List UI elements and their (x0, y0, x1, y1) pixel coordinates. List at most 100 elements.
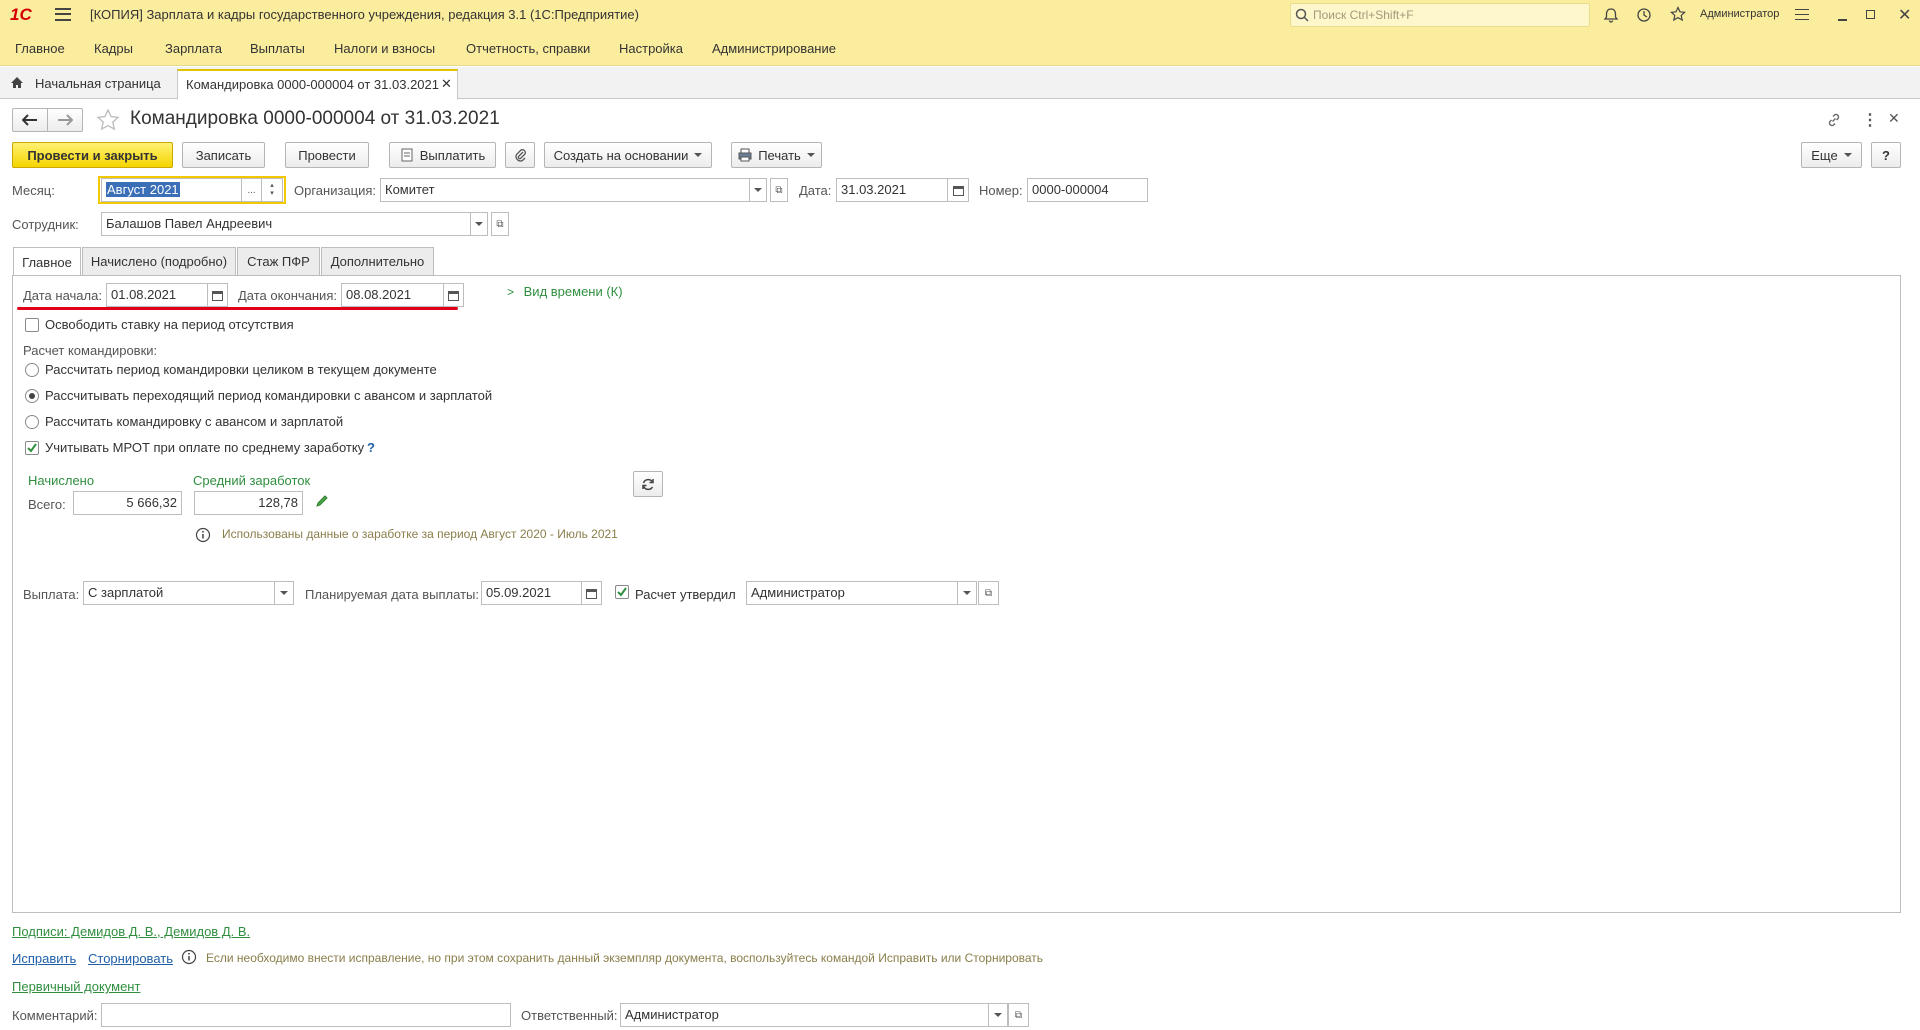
mrot-help-icon[interactable]: ? (367, 440, 375, 455)
print-button-label: Печать (758, 147, 801, 163)
month-select-button[interactable]: ... (241, 178, 262, 202)
app-logo[interactable]: 1С (10, 5, 32, 25)
payout-dropdown-button[interactable] (274, 581, 294, 605)
restore-icon[interactable] (1866, 10, 1875, 19)
chevron-down-icon (280, 591, 288, 595)
post-button[interactable]: Провести (285, 142, 369, 168)
tab-accrued-detail[interactable]: Начислено (подробно) (82, 247, 236, 275)
menu-main[interactable]: Главное (15, 41, 65, 56)
tab-home-page[interactable]: Начальная страница (35, 76, 161, 91)
menu-settings[interactable]: Настройка (619, 41, 683, 56)
avg-earnings-value[interactable]: 128,78 (194, 491, 303, 515)
bell-icon[interactable] (1603, 7, 1619, 23)
menu-taxes[interactable]: Налоги и взносы (334, 41, 435, 56)
tab-close-icon[interactable]: ✕ (441, 76, 452, 92)
time-type-label: Вид времени (К) (523, 284, 623, 299)
signatures-link[interactable]: Подписи: Демидов Д. В., Демидов Д. В. (12, 924, 250, 939)
approved-checkbox[interactable] (615, 585, 629, 599)
radio-calc-transitional[interactable] (25, 389, 39, 403)
total-value[interactable]: 5 666,32 (73, 491, 182, 515)
post-and-close-button[interactable]: Провести и закрыть (12, 142, 173, 168)
hamburger-menu-icon[interactable] (55, 8, 71, 21)
month-input[interactable]: Август 2021 (101, 178, 242, 202)
tab-open-document[interactable]: Командировка 0000-000004 от 31.03.2021 ✕ (177, 69, 458, 100)
star-icon[interactable] (1670, 6, 1686, 22)
radio-calc-with-advance[interactable] (25, 415, 39, 429)
create-based-on-button[interactable]: Создать на основании (544, 142, 712, 168)
employee-open-button[interactable]: ⧉ (491, 212, 509, 236)
comment-input[interactable] (101, 1003, 511, 1027)
approved-input[interactable]: Администратор (746, 581, 958, 605)
fix-info-text: Если необходимо внести исправление, но п… (206, 951, 1044, 965)
tab-additional[interactable]: Дополнительно (321, 247, 434, 275)
responsible-open-button[interactable]: ⧉ (1008, 1003, 1029, 1027)
number-input[interactable]: 0000-000004 (1027, 178, 1148, 202)
favorite-star-icon[interactable] (96, 108, 120, 132)
menu-reports[interactable]: Отчетность, справки (466, 41, 590, 56)
reverse-link[interactable]: Сторнировать (88, 951, 173, 966)
menu-salary[interactable]: Зарплата (165, 41, 222, 56)
pencil-icon[interactable] (315, 494, 329, 508)
planned-date-input[interactable]: 05.09.2021 (481, 581, 582, 605)
month-input-value: Август 2021 (106, 182, 180, 197)
calendar-icon (448, 290, 459, 301)
employee-input[interactable]: Балашов Павел Андреевич (101, 212, 471, 236)
end-date-input[interactable]: 08.08.2021 (341, 283, 444, 307)
payout-label: Выплата: (23, 587, 80, 602)
info-icon (195, 527, 211, 543)
close-form-icon[interactable]: ✕ (1888, 110, 1900, 127)
home-icon (11, 77, 23, 88)
start-date-input[interactable]: 01.08.2021 (106, 283, 208, 307)
save-button[interactable]: Записать (182, 142, 265, 168)
end-date-calendar-button[interactable] (443, 283, 464, 307)
more-actions-icon[interactable]: ⋮ (1862, 110, 1878, 130)
window-title: [КОПИЯ] Зарплата и кадры государственног… (90, 7, 639, 22)
refresh-button[interactable] (633, 471, 663, 497)
radio-calc-whole[interactable] (25, 363, 39, 377)
settings-menu-icon[interactable] (1795, 9, 1809, 20)
time-type-link[interactable]: > Вид времени (К) (507, 284, 623, 299)
help-button[interactable]: ? (1871, 142, 1901, 168)
organization-label: Организация: (294, 183, 377, 198)
free-rate-checkbox[interactable] (25, 318, 39, 332)
primary-doc-link[interactable]: Первичный документ (12, 979, 140, 994)
tab-main[interactable]: Главное (13, 247, 81, 276)
close-icon[interactable]: ✕ (1898, 5, 1911, 25)
approved-dropdown-button[interactable] (957, 581, 977, 605)
arrow-right-icon (58, 114, 73, 126)
pay-button[interactable]: Выплатить (389, 142, 496, 168)
calendar-icon (212, 290, 223, 301)
employee-dropdown-button[interactable] (470, 212, 488, 236)
responsible-input[interactable]: Администратор (620, 1003, 989, 1027)
organization-open-button[interactable]: ⧉ (770, 178, 788, 202)
more-button[interactable]: Еще (1801, 142, 1862, 168)
payout-input[interactable]: С зарплатой (83, 581, 275, 605)
history-icon[interactable] (1636, 7, 1652, 23)
responsible-dropdown-button[interactable] (988, 1003, 1008, 1027)
month-spin-button[interactable]: ▴ ▾ (261, 178, 283, 202)
minimize-icon[interactable] (1838, 19, 1847, 21)
date-input[interactable]: 31.03.2021 (836, 178, 948, 202)
link-icon[interactable] (1826, 112, 1842, 128)
fix-link[interactable]: Исправить (12, 951, 76, 966)
print-button[interactable]: Печать (731, 142, 822, 168)
menu-hr[interactable]: Кадры (94, 41, 133, 56)
pay-button-label: Выплатить (419, 147, 486, 163)
menu-payments[interactable]: Выплаты (250, 41, 305, 56)
attach-button[interactable] (505, 142, 535, 168)
tab-pfr-seniority[interactable]: Стаж ПФР (237, 247, 320, 275)
organization-dropdown-button[interactable] (749, 178, 767, 202)
approved-open-button[interactable]: ⧉ (978, 581, 999, 605)
forward-button[interactable] (47, 108, 83, 132)
user-name[interactable]: Администратор (1700, 8, 1779, 20)
start-date-calendar-button[interactable] (207, 283, 228, 307)
back-button[interactable] (12, 108, 48, 132)
planned-date-calendar-button[interactable] (581, 581, 602, 605)
date-calendar-button[interactable] (947, 178, 969, 202)
mrot-checkbox[interactable] (25, 441, 39, 455)
menu-admin[interactable]: Администрирование (712, 41, 836, 56)
organization-input[interactable]: Комитет (380, 178, 750, 202)
month-label: Месяц: (12, 183, 55, 198)
chevron-down-icon (694, 153, 703, 157)
global-search[interactable]: Поиск Ctrl+Shift+F (1290, 3, 1590, 27)
